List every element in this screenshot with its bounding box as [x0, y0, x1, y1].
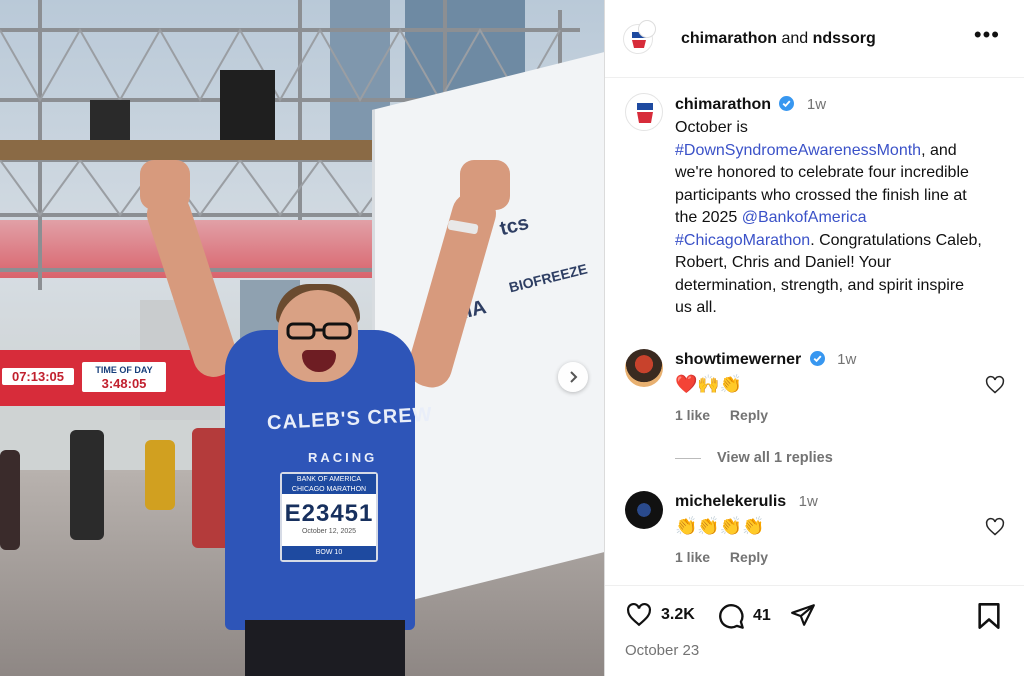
- runner-right-hand: [460, 160, 510, 210]
- runner-glasses: [286, 322, 352, 340]
- comment-icon: [719, 604, 744, 629]
- author-avatar[interactable]: [625, 93, 663, 131]
- post-photo[interactable]: 07:13:05 TIME OF DAY 3:48:05 tcs KIA BIOF…: [0, 0, 604, 676]
- race-bib: BANK OF AMERICA CHICAGO MARATHON E23451 …: [280, 472, 378, 562]
- chicago-marathon-logo-icon: [637, 103, 653, 123]
- author-2-name[interactable]: ndssorg: [813, 30, 876, 47]
- post-caption: chimarathon 1w October is #DownSyndromeA…: [605, 79, 1024, 320]
- runner: CALEB'S CREW RACING BANK OF AMERICA CHIC…: [130, 150, 510, 676]
- comment-count: 41: [753, 607, 771, 624]
- comment-text: ❤️🙌👏: [675, 374, 743, 394]
- more-options-icon[interactable]: •••: [974, 24, 1000, 46]
- commenter-username[interactable]: michelekerulis: [675, 493, 786, 510]
- caption-text: October is #DownSyndromeAwarenessMonth, …: [675, 117, 985, 320]
- like-count: 3.2K: [661, 606, 695, 623]
- bookmark-icon: [978, 603, 1000, 629]
- comment-meta: 1 like Reply: [675, 549, 985, 565]
- runner-shorts: [245, 620, 405, 676]
- verified-badge-icon: [809, 351, 825, 366]
- view-replies-label: View all 1 replies: [717, 450, 833, 466]
- share-action[interactable]: [789, 602, 817, 628]
- verified-badge-icon: [779, 96, 795, 111]
- caption-part: October is: [675, 119, 748, 136]
- heart-icon: [627, 602, 651, 627]
- bib-number: E23451: [284, 500, 374, 527]
- shirt-subtext: RACING: [308, 450, 378, 465]
- hashtag-link[interactable]: #ChicagoMarathon: [675, 232, 810, 249]
- bib-header: BANK OF AMERICA CHICAGO MARATHON: [282, 474, 376, 494]
- post-date[interactable]: October 23: [625, 642, 699, 659]
- commenter-username[interactable]: showtimewerner: [675, 351, 801, 368]
- author-1-name[interactable]: chimarathon: [681, 30, 777, 47]
- post-actions-bar: 3.2K 41 October 23: [605, 585, 1024, 676]
- hashtag-link[interactable]: #DownSyndromeAwarenessMonth: [675, 142, 921, 159]
- mention-link[interactable]: @BankofAmerica: [742, 209, 867, 226]
- comment-likes[interactable]: 1 like: [675, 407, 710, 423]
- commenter-avatar[interactable]: [625, 349, 663, 387]
- heart-outline-icon[interactable]: [985, 375, 1005, 395]
- ndss-avatar[interactable]: [638, 20, 656, 38]
- runner-left-arm: [141, 187, 243, 383]
- view-replies-button[interactable]: View all 1 replies: [675, 450, 833, 466]
- caption-time[interactable]: 1w: [807, 96, 826, 113]
- chevron-right-icon: [570, 371, 578, 383]
- save-action[interactable]: [977, 602, 1001, 630]
- next-image-button[interactable]: [558, 362, 588, 392]
- comment-action[interactable]: 41: [717, 602, 771, 630]
- comment-time[interactable]: 1w: [837, 351, 856, 368]
- background-runner: [70, 430, 104, 540]
- bib-date: October 12, 2025: [301, 528, 357, 535]
- commenter-avatar[interactable]: [625, 491, 663, 529]
- comment-text: 👏👏👏👏: [675, 516, 765, 536]
- timing-left: 07:13:05: [2, 368, 74, 385]
- comments-scroll-area[interactable]: chimarathon 1w October is #DownSyndromeA…: [605, 79, 1024, 584]
- post-details-panel: chimarathon and ndssorg ••• chimarathon …: [604, 0, 1024, 676]
- comment-time[interactable]: 1w: [799, 493, 818, 510]
- replies-divider: [675, 457, 701, 459]
- runner-right-arm: [403, 187, 501, 393]
- post-authors[interactable]: chimarathon and ndssorg: [681, 30, 876, 48]
- reply-button[interactable]: Reply: [730, 549, 768, 565]
- heart-outline-icon[interactable]: [985, 517, 1005, 537]
- bib-footer: BOW 10: [282, 546, 376, 560]
- caption-username[interactable]: chimarathon: [675, 96, 771, 113]
- comment-likes[interactable]: 1 like: [675, 549, 710, 565]
- post-header: chimarathon and ndssorg •••: [605, 0, 1024, 78]
- runner-left-hand: [140, 160, 190, 210]
- like-action[interactable]: 3.2K: [625, 602, 695, 628]
- authors-joiner: and: [781, 29, 809, 47]
- comment: michelekerulis 1w 👏👏👏👏 1 like Reply: [605, 491, 1024, 565]
- comment: showtimewerner 1w ❤️🙌👏 1 like Reply: [605, 349, 1024, 423]
- reply-button[interactable]: Reply: [730, 407, 768, 423]
- background-runner: [0, 450, 20, 550]
- comment-meta: 1 like Reply: [675, 407, 985, 423]
- share-plane-icon: [791, 604, 815, 626]
